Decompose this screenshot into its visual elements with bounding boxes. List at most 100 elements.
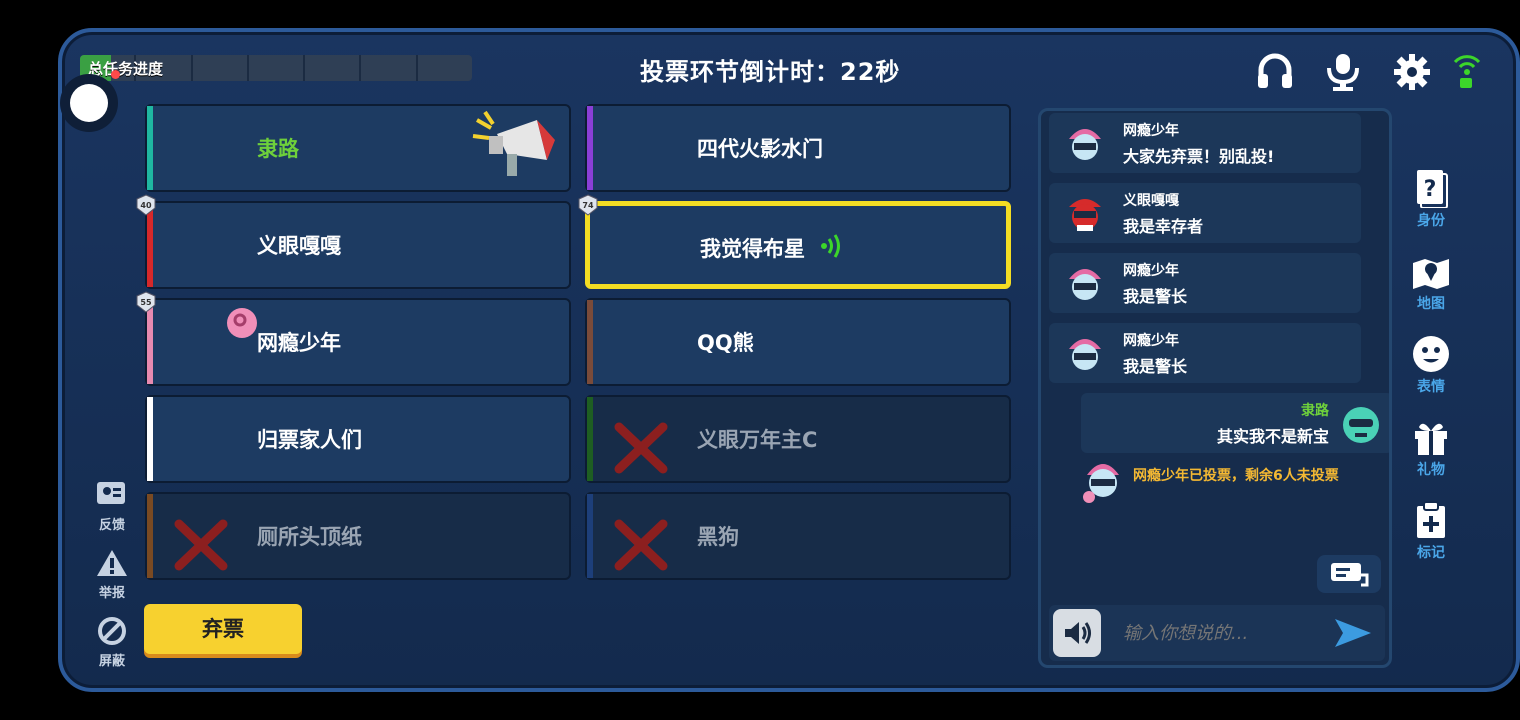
menu-gift-label: 礼物 xyxy=(1417,462,1445,478)
player-color-bar xyxy=(147,106,153,190)
player-card: 厕所头顶纸 xyxy=(145,492,571,580)
chat-message-text: 大家先弃票！别乱投! xyxy=(1123,147,1275,166)
vote-status-notice: 网瘾少年已投票，剩余6人未投票 xyxy=(1049,451,1389,511)
menu-gift[interactable]: 礼物 xyxy=(1406,417,1456,479)
player-name: 厕所头顶纸 xyxy=(257,525,362,549)
wifi-signal-icon xyxy=(1452,52,1482,92)
chat-message-self: 隶路 其实我不是新宝 xyxy=(1081,393,1389,453)
menu-map-label: 地图 xyxy=(1417,296,1445,312)
menu-map[interactable]: 地图 xyxy=(1406,251,1456,313)
svg-text:40: 40 xyxy=(140,201,152,210)
player-card[interactable]: 四代火影水门 xyxy=(585,104,1011,192)
chat-message-text: 我是幸存者 xyxy=(1123,217,1204,236)
chat-input[interactable] xyxy=(1121,617,1325,649)
chat-self-text: 其实我不是新宝 xyxy=(1216,427,1329,446)
player-color-bar xyxy=(147,494,153,578)
notification-dot xyxy=(111,70,120,79)
ok-hand-icon xyxy=(227,308,257,338)
eliminated-x-icon xyxy=(614,422,668,474)
player-card[interactable]: 归票家人们 xyxy=(145,395,571,483)
abstain-button[interactable]: 弃票 xyxy=(144,604,302,654)
eliminated-x-icon xyxy=(174,519,228,571)
chat-message-text: 我是警长 xyxy=(1123,357,1188,376)
chat-message-user: 网瘾少年 xyxy=(1123,123,1179,139)
menu-identity-label: 身份 xyxy=(1417,213,1445,229)
player-card: 黑狗 xyxy=(585,492,1011,580)
send-button[interactable] xyxy=(1333,615,1373,651)
player-level-badge: 55 xyxy=(136,291,156,313)
quick-chat-icon xyxy=(1331,563,1369,587)
chat-input-row xyxy=(1049,605,1385,661)
menu-emote[interactable]: 表情 xyxy=(1406,334,1456,396)
player-level-badge: 74 xyxy=(578,194,598,216)
player-color-bar xyxy=(147,397,153,481)
player-color-bar xyxy=(587,397,593,481)
red-cap-avatar-icon xyxy=(1069,199,1101,231)
vote-countdown: 投票环节倒计时：22秒 xyxy=(640,58,901,86)
player-color-bar xyxy=(587,106,593,190)
player-color-bar xyxy=(587,300,593,384)
voice-toggle-button[interactable] xyxy=(1053,609,1101,657)
player-color-bar xyxy=(587,494,593,578)
block-icon xyxy=(98,617,126,645)
chat-message: 网瘾少年 我是警长 xyxy=(1049,253,1361,313)
player-name: QQ熊 xyxy=(697,331,754,355)
warning-icon xyxy=(97,550,127,576)
chat-self-user: 隶路 xyxy=(1301,403,1329,419)
eliminated-x-icon xyxy=(614,519,668,571)
quick-chat-button[interactable] xyxy=(1317,555,1381,593)
player-card[interactable]: 隶路 xyxy=(145,104,571,192)
player-card[interactable]: QQ熊 xyxy=(585,298,1011,386)
mark-clipboard-icon xyxy=(1417,501,1445,538)
player-name: 我觉得布星 xyxy=(700,237,805,261)
player-card[interactable]: 网瘾少年 xyxy=(145,298,571,386)
microphone-icon[interactable] xyxy=(1323,52,1363,92)
floating-avatar-button[interactable] xyxy=(70,84,108,122)
block-button[interactable]: 屏蔽 xyxy=(92,616,132,669)
identity-card-icon: ? xyxy=(1417,170,1448,208)
player-level-badge: 40 xyxy=(136,194,156,216)
menu-emote-label: 表情 xyxy=(1417,379,1445,395)
report-button[interactable]: 举报 xyxy=(92,548,132,601)
feedback-label: 反馈 xyxy=(98,518,125,533)
player-color-bar xyxy=(590,206,596,284)
player-name: 义眼万年主C xyxy=(697,428,818,452)
chat-message: 义眼嘎嘎 我是幸存者 xyxy=(1049,183,1361,243)
player-name: 义眼嘎嘎 xyxy=(257,234,341,258)
speaker-icon xyxy=(1065,622,1091,644)
vote-status-text: 网瘾少年已投票，剩余6人未投票 xyxy=(1133,468,1339,484)
pink-hat-avatar-icon xyxy=(1079,453,1127,507)
feedback-button[interactable]: 反馈 xyxy=(92,480,132,533)
svg-text:55: 55 xyxy=(140,298,152,307)
chat-message-text: 我是警长 xyxy=(1123,287,1188,306)
chat-message-user: 网瘾少年 xyxy=(1123,333,1179,349)
gift-icon xyxy=(1415,423,1447,455)
player-name: 归票家人们 xyxy=(257,428,362,452)
menu-mark[interactable]: 标记 xyxy=(1406,500,1456,562)
svg-text:?: ? xyxy=(1424,177,1437,202)
chat-message-user: 网瘾少年 xyxy=(1123,263,1179,279)
send-icon xyxy=(1335,619,1371,647)
player-name: 网瘾少年 xyxy=(257,331,341,355)
headphones-icon[interactable] xyxy=(1255,52,1295,92)
chat-message-user: 义眼嘎嘎 xyxy=(1123,193,1179,209)
gear-icon[interactable] xyxy=(1392,52,1432,92)
teal-avatar-icon xyxy=(1339,401,1383,445)
report-label: 举报 xyxy=(98,586,125,601)
menu-mark-label: 标记 xyxy=(1417,545,1445,561)
megaphone-icon xyxy=(472,110,555,176)
svg-text:74: 74 xyxy=(582,201,594,210)
player-name: 隶路 xyxy=(257,137,299,161)
feedback-icon xyxy=(97,482,125,504)
chat-message: 网瘾少年 我是警长 xyxy=(1049,323,1361,383)
player-card[interactable]: 我觉得布星 xyxy=(585,201,1011,289)
task-progress-bar: 总任务进度 xyxy=(80,55,472,81)
player-name: 黑狗 xyxy=(697,525,739,549)
pink-hat-avatar-icon xyxy=(1069,269,1101,300)
block-label: 屏蔽 xyxy=(98,654,125,669)
pink-hat-avatar-icon xyxy=(1069,129,1101,160)
player-card[interactable]: 义眼嘎嘎 xyxy=(145,201,571,289)
menu-identity[interactable]: ? 身份 xyxy=(1406,168,1456,230)
chat-message: 网瘾少年大家先弃票！别乱投! xyxy=(1049,113,1361,173)
speaking-wave-icon xyxy=(821,234,840,258)
